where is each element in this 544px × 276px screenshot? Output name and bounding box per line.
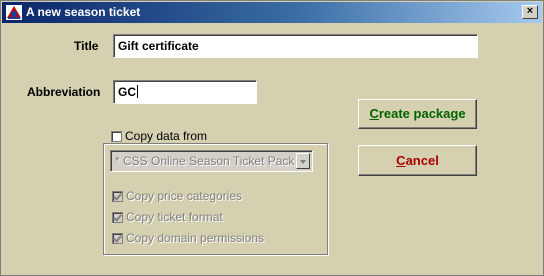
chevron-down-icon[interactable] xyxy=(296,153,310,169)
copy-price-categories-row[interactable]: Copy price categories xyxy=(112,189,242,203)
create-package-label: reate package xyxy=(378,106,466,121)
copy-price-categories-checkbox[interactable] xyxy=(112,191,123,202)
cancel-button[interactable]: Cancel xyxy=(358,145,477,176)
copy-ticket-format-label: Copy ticket format xyxy=(126,210,223,224)
copy-data-from-checkbox[interactable] xyxy=(111,131,122,142)
copy-ticket-format-row[interactable]: Copy ticket format xyxy=(112,210,223,224)
title-label: Title xyxy=(74,39,99,53)
cancel-mnemonic: C xyxy=(396,153,406,168)
source-package-select[interactable]: * CSS Online Season Ticket Pack xyxy=(110,150,313,172)
copy-data-from-checkbox-row[interactable]: Copy data from xyxy=(111,129,207,143)
title-input-value: Gift certificate xyxy=(118,39,199,53)
copy-price-categories-label: Copy price categories xyxy=(126,189,243,203)
copy-domain-permissions-checkbox[interactable] xyxy=(112,233,123,244)
copy-ticket-format-checkbox[interactable] xyxy=(112,212,123,223)
theater-app-icon xyxy=(6,5,22,20)
title-bar[interactable]: A new season ticket × xyxy=(2,2,542,23)
window-title: A new season ticket xyxy=(26,5,141,19)
copy-domain-permissions-row[interactable]: Copy domain permissions xyxy=(112,231,264,245)
dialog-window: A new season ticket × Title Gift certifi… xyxy=(0,0,544,276)
close-icon: × xyxy=(526,5,534,17)
abbreviation-label: Abbreviation xyxy=(27,85,101,99)
abbreviation-input-value: GC xyxy=(118,85,136,99)
copy-domain-permissions-label: Copy domain permissions xyxy=(126,231,265,245)
cancel-label: ancel xyxy=(405,153,439,168)
copy-data-from-label: Copy data from xyxy=(125,129,208,143)
source-package-value: * CSS Online Season Ticket Pack xyxy=(115,154,295,168)
close-button[interactable]: × xyxy=(522,5,538,19)
title-input[interactable]: Gift certificate xyxy=(113,34,478,58)
create-package-button[interactable]: Create package xyxy=(358,99,477,129)
abbreviation-input[interactable]: GC xyxy=(113,80,257,104)
text-caret xyxy=(137,85,138,98)
create-package-mnemonic: C xyxy=(369,106,379,121)
copy-options-group: * CSS Online Season Ticket Pack Copy pri… xyxy=(103,143,328,255)
